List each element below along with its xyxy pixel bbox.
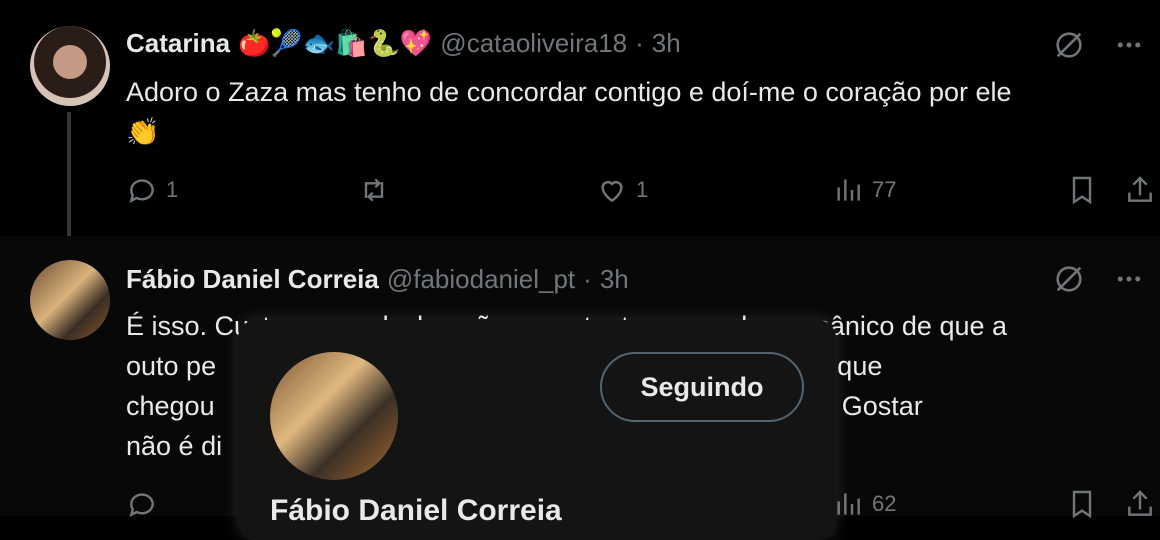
separator-dot: · bbox=[583, 264, 592, 294]
avatar[interactable] bbox=[30, 260, 110, 340]
more-icon[interactable] bbox=[1114, 264, 1144, 298]
bookmark-icon bbox=[1072, 490, 1092, 519]
author-handle[interactable]: @fabiodaniel_pt bbox=[387, 264, 575, 295]
author-handle[interactable]: @cataoliveira18 bbox=[440, 28, 627, 59]
reply-count: 1 bbox=[166, 177, 179, 202]
share-icon bbox=[1128, 176, 1152, 202]
tweet-actions: 1 1 77 bbox=[126, 174, 1160, 214]
timestamp[interactable]: 3h bbox=[600, 264, 629, 295]
share-button[interactable] bbox=[1124, 488, 1156, 520]
tweet-header: Catarina 🍅🎾🐟🛍️🐍💖 @cataoliveira18 · 3h bbox=[126, 28, 681, 59]
bookmark-button[interactable] bbox=[1066, 488, 1098, 520]
reply-icon bbox=[129, 493, 154, 517]
retweet-button[interactable] bbox=[358, 174, 390, 206]
tweet-text: Adoro o Zaza mas tenho de concordar cont… bbox=[126, 77, 1012, 147]
heart-icon bbox=[601, 181, 623, 203]
views-count: 62 bbox=[872, 491, 897, 516]
reply-button[interactable]: 1 bbox=[126, 174, 178, 206]
avatar[interactable] bbox=[30, 26, 110, 106]
tweet[interactable]: Catarina 🍅🎾🐟🛍️🐍💖 @cataoliveira18 · 3h Ad… bbox=[0, 0, 1160, 236]
profile-hover-card[interactable]: Seguindo Fábio Daniel Correia bbox=[238, 320, 836, 540]
more-icon[interactable] bbox=[1114, 30, 1144, 64]
reply-icon bbox=[129, 179, 154, 203]
grok-icon[interactable] bbox=[1052, 28, 1086, 66]
views-icon bbox=[837, 179, 860, 201]
reply-button[interactable] bbox=[126, 488, 158, 520]
like-count: 1 bbox=[636, 177, 649, 202]
tweet-header: Fábio Daniel Correia @fabiodaniel_pt · 3… bbox=[126, 264, 629, 295]
profile-name[interactable]: Fábio Daniel Correia bbox=[270, 494, 562, 528]
views-button[interactable]: 77 bbox=[832, 174, 896, 206]
avatar[interactable] bbox=[270, 352, 398, 480]
timestamp[interactable]: 3h bbox=[652, 28, 681, 59]
views-button[interactable]: 62 bbox=[832, 488, 896, 520]
thread-line bbox=[67, 112, 71, 252]
name-emojis: 🍅🎾🐟🛍️🐍💖 bbox=[238, 28, 433, 58]
separator-dot: · bbox=[635, 28, 644, 58]
views-icon bbox=[837, 493, 860, 515]
share-icon bbox=[1128, 490, 1152, 516]
author-name[interactable]: Catarina bbox=[126, 28, 230, 59]
share-button[interactable] bbox=[1124, 174, 1156, 206]
following-button[interactable]: Seguindo bbox=[600, 352, 804, 422]
retweet-icon bbox=[364, 178, 384, 202]
bookmark-icon bbox=[1072, 176, 1092, 205]
tweet-top-icons bbox=[1052, 28, 1144, 66]
bookmark-button[interactable] bbox=[1066, 174, 1098, 206]
author-name[interactable]: Fábio Daniel Correia bbox=[126, 264, 379, 295]
tweet-top-icons bbox=[1052, 262, 1144, 300]
grok-icon[interactable] bbox=[1052, 262, 1086, 300]
views-count: 77 bbox=[872, 177, 897, 202]
like-button[interactable]: 1 bbox=[596, 174, 648, 206]
